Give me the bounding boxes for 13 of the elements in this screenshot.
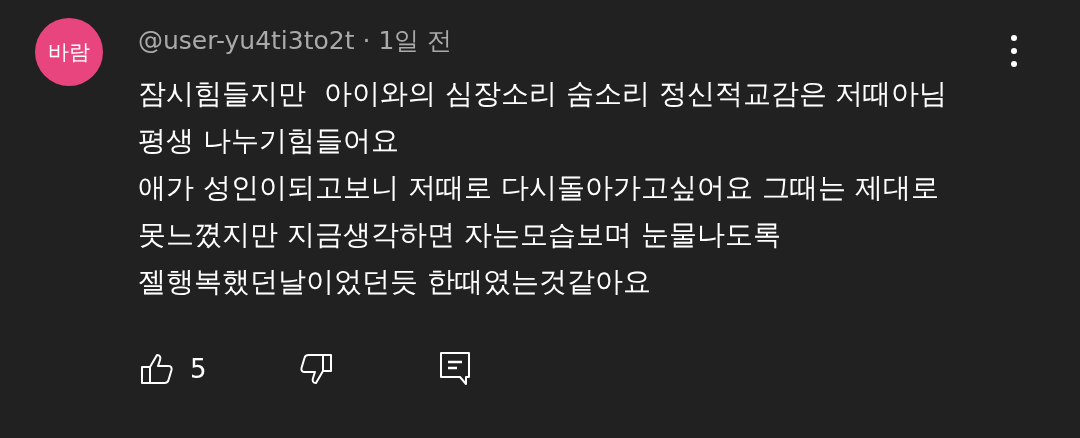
- comment-text: 젤행복했던날이었던듯 한때였는것같아요: [138, 264, 652, 300]
- comment-text: 애가 성인이되고보니 저때로 다시돌아가고싶어요 그때는 제대로: [138, 170, 940, 206]
- separator: ·: [362, 25, 371, 55]
- comment-text: 잠시힘들지만 아이와의 심장소리 숨소리 정신적교감은 저때아님: [138, 76, 949, 112]
- thumbs-down-icon[interactable]: [298, 353, 333, 385]
- comment-text: 평생 나누기힘들어요: [138, 123, 400, 159]
- timestamp: 1일 전: [378, 24, 453, 57]
- author-name[interactable]: @user-yu4ti3to2t: [138, 25, 355, 55]
- like-count: 5: [190, 354, 207, 384]
- avatar[interactable]: 바람: [35, 18, 103, 86]
- comment-text: 못느꼈지만 지금생각하면 자는모습보며 눈물나도록: [138, 217, 782, 253]
- thumbs-up-icon[interactable]: [140, 353, 174, 385]
- reply-icon[interactable]: [438, 351, 471, 387]
